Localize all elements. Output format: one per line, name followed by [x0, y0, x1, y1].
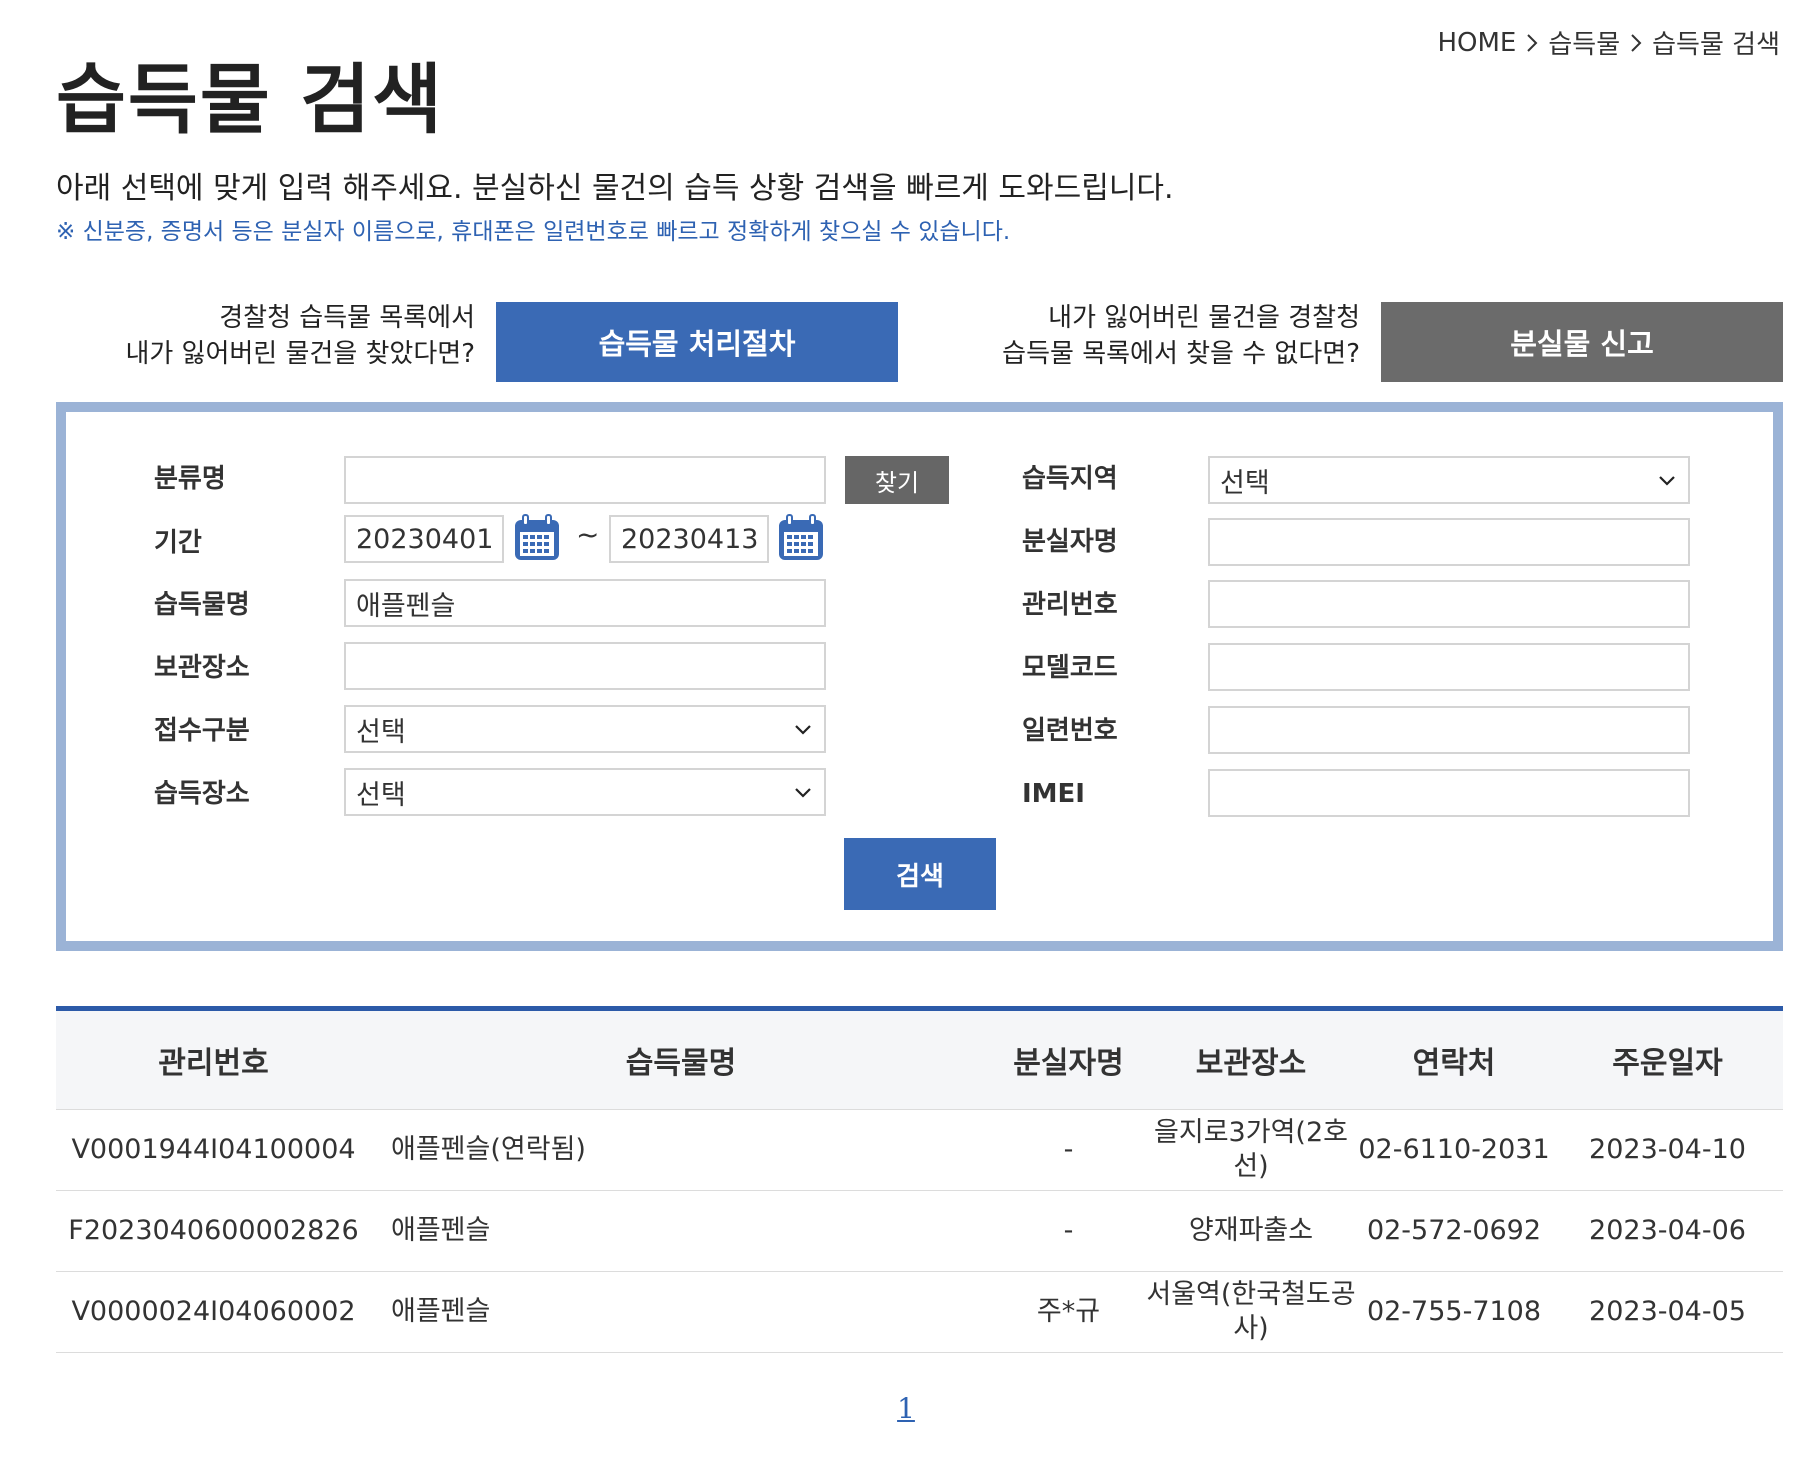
item-name-label: 습득물명	[154, 590, 250, 620]
imei-input[interactable]	[1208, 769, 1690, 817]
found-place-select[interactable]: 선택	[344, 768, 826, 816]
category-label: 분류명	[154, 464, 226, 494]
serial-input[interactable]	[1208, 706, 1690, 754]
chevron-down-icon	[795, 788, 811, 798]
cell-found-date: 2023-04-06	[1589, 1215, 1746, 1246]
search-button[interactable]: 검색	[844, 838, 996, 910]
cell-contact: 02-572-0692	[1366, 1215, 1542, 1246]
column-header-owner-name: 분실자명	[1013, 1046, 1124, 1081]
intake-type-value: 선택	[356, 716, 406, 748]
breadcrumb-found-items[interactable]: 습득물	[1548, 24, 1620, 61]
model-code-label: 모델코드	[1022, 653, 1118, 683]
breadcrumb-home[interactable]: HOME	[1437, 28, 1516, 58]
report-lost-button[interactable]: 분실물 신고	[1381, 302, 1783, 382]
cell-item-name[interactable]: 애플펜슬	[371, 1214, 991, 1248]
page-title: 습득물 검색	[56, 55, 445, 144]
pagination: 1	[0, 1392, 1812, 1425]
found-place-value: 선택	[356, 779, 406, 811]
cell-found-date: 2023-04-10	[1589, 1134, 1746, 1165]
cell-found-date: 2023-04-05	[1589, 1296, 1746, 1327]
chevron-right-icon	[1527, 33, 1538, 52]
cell-owner-name: -	[1063, 1134, 1074, 1165]
page-number-link[interactable]: 1	[897, 1392, 915, 1425]
results-table: 관리번호 습득물명 분실자명 보관장소 연락처 주운일자 V0001944I04…	[56, 1006, 1783, 1353]
cell-manage-no: V0000024I04060002	[71, 1296, 356, 1327]
calendar-icon[interactable]	[512, 512, 562, 564]
cell-manage-no: F2023040600002826	[68, 1215, 359, 1246]
intake-type-label: 접수구분	[154, 716, 250, 746]
find-category-button[interactable]: 찾기	[845, 456, 949, 504]
category-input[interactable]	[344, 456, 826, 504]
region-select[interactable]: 선택	[1208, 456, 1690, 504]
cell-storage: 을지로3가역(2호선)	[1154, 1117, 1348, 1182]
storage-input[interactable]	[344, 642, 826, 690]
column-header-item-name: 습득물명	[625, 1046, 737, 1081]
period-end-input[interactable]	[609, 515, 769, 563]
period-start-input[interactable]	[344, 515, 504, 563]
chevron-down-icon	[1659, 476, 1675, 486]
procedure-button[interactable]: 습득물 처리절차	[496, 302, 898, 382]
cell-item-name[interactable]: 애플펜슬(연락됨)	[371, 1133, 991, 1167]
table-header: 관리번호 습득물명 분실자명 보관장소 연락처 주운일자	[56, 1011, 1783, 1110]
page: HOME 습득물 습득물 검색 습득물 검색 아래 선택에 맞게 입력 해주세요…	[0, 0, 1812, 1460]
region-value: 선택	[1220, 467, 1270, 499]
item-name-input[interactable]	[344, 579, 826, 627]
serial-label: 일련번호	[1022, 716, 1118, 746]
storage-label: 보관장소	[154, 653, 250, 683]
cell-contact: 02-755-7108	[1366, 1296, 1542, 1327]
table-row[interactable]: V0001944I04100004 애플펜슬(연락됨) - 을지로3가역(2호선…	[56, 1110, 1783, 1191]
cell-storage: 양재파출소	[1188, 1215, 1314, 1246]
column-header-storage: 보관장소	[1195, 1046, 1307, 1081]
owner-name-input[interactable]	[1208, 518, 1690, 566]
table-row[interactable]: V0000024I04060002 애플펜슬 주*규 서울역(한국철도공사) 0…	[56, 1272, 1783, 1353]
manage-no-input[interactable]	[1208, 580, 1690, 628]
breadcrumb-current: 습득물 검색	[1652, 30, 1780, 60]
procedure-question: 경찰청 습득물 목록에서 내가 잃어버린 물건을 찾았다면?	[80, 300, 475, 372]
search-form: 분류명 찾기 기간 ~	[56, 402, 1783, 951]
report-question-line2: 습득물 목록에서 찾을 수 없다면?	[1002, 339, 1360, 369]
procedure-question-line1: 경찰청 습득물 목록에서	[219, 303, 475, 333]
report-question: 내가 잃어버린 물건을 경찰청 습득물 목록에서 찾을 수 없다면?	[960, 300, 1360, 372]
cell-manage-no: V0001944I04100004	[71, 1134, 356, 1165]
intro-text: 아래 선택에 맞게 입력 해주세요. 분실하신 물건의 습득 상황 검색을 빠르…	[56, 171, 1174, 206]
cell-storage: 서울역(한국철도공사)	[1146, 1279, 1356, 1344]
region-label: 습득지역	[1022, 464, 1118, 494]
period-separator: ~	[576, 518, 600, 551]
manage-no-label: 관리번호	[1022, 590, 1118, 620]
cell-contact: 02-6110-2031	[1358, 1134, 1550, 1165]
cell-owner-name: -	[1063, 1215, 1074, 1246]
cell-owner-name: 주*규	[1036, 1296, 1101, 1327]
calendar-icon[interactable]	[776, 512, 826, 564]
procedure-question-line2: 내가 잃어버린 물건을 찾았다면?	[125, 339, 475, 369]
cell-item-name[interactable]: 애플펜슬	[371, 1295, 991, 1329]
intake-type-select[interactable]: 선택	[344, 705, 826, 753]
report-question-line1: 내가 잃어버린 물건을 경찰청	[1048, 303, 1360, 333]
chevron-down-icon	[795, 725, 811, 735]
breadcrumb: HOME 습득물 습득물 검색	[1437, 24, 1780, 61]
chevron-right-icon	[1631, 33, 1642, 52]
notice-text: ※ 신분증, 증명서 등은 분실자 이름으로, 휴대폰은 일련번호로 빠르고 정…	[56, 219, 1011, 245]
column-header-manage-no: 관리번호	[158, 1046, 269, 1081]
owner-name-label: 분실자명	[1022, 527, 1118, 557]
found-place-label: 습득장소	[154, 779, 250, 809]
column-header-contact: 연락처	[1412, 1046, 1496, 1081]
period-label: 기간	[154, 528, 202, 558]
table-row[interactable]: F2023040600002826 애플펜슬 - 양재파출소 02-572-06…	[56, 1191, 1783, 1272]
model-code-input[interactable]	[1208, 643, 1690, 691]
column-header-found-date: 주운일자	[1612, 1046, 1723, 1081]
imei-label: IMEI	[1022, 779, 1085, 809]
